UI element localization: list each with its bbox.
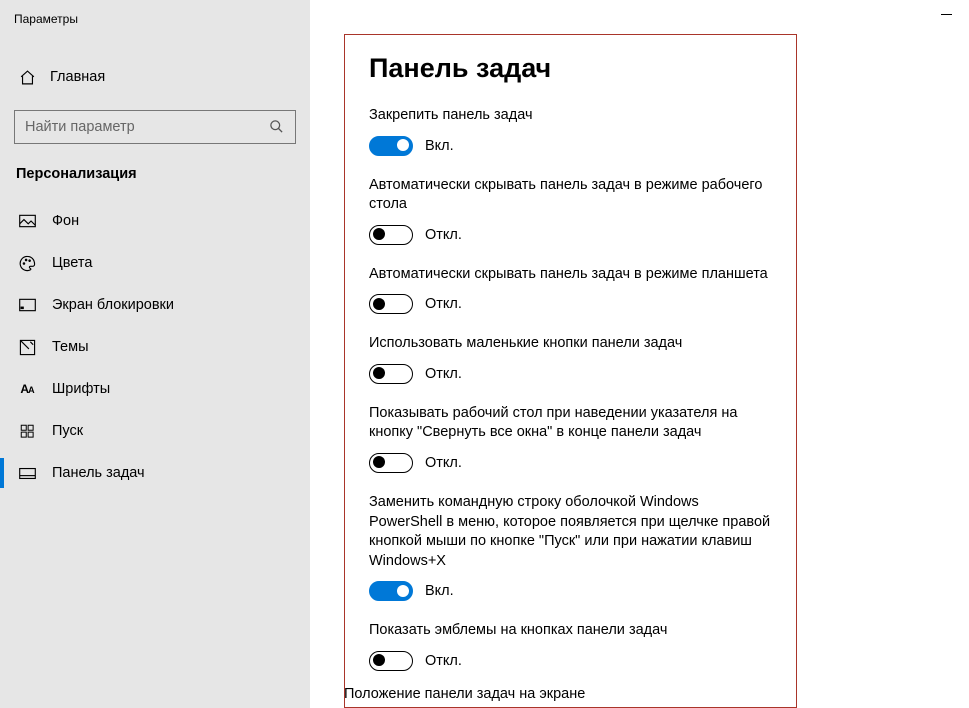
taskbar-icon (18, 464, 36, 482)
home-link[interactable]: Главная (0, 58, 310, 96)
sidebar-item-lockscreen[interactable]: Экран блокировки (0, 284, 310, 326)
toggle-row: Откл. (369, 453, 772, 473)
setting-row: Закрепить панель задач Вкл. (369, 106, 772, 156)
sidebar-item-background[interactable]: Фон (0, 200, 310, 242)
sidebar-item-label: Фон (52, 213, 79, 229)
toggle-state-label: Откл. (425, 455, 462, 471)
setting-row: Показывать рабочий стол при наведении ук… (369, 404, 772, 473)
setting-label: Закрепить панель задач (369, 106, 772, 126)
toggle-switch[interactable] (369, 651, 413, 671)
setting-row: Автоматически скрывать панель задач в ре… (369, 265, 772, 315)
window-minimize-button[interactable] (923, 0, 969, 28)
section-header: Персонализация (0, 162, 310, 200)
search-box[interactable] (14, 110, 296, 144)
toggle-knob (373, 456, 385, 468)
setting-label: Использовать маленькие кнопки панели зад… (369, 334, 772, 354)
search-input[interactable] (25, 119, 269, 135)
main-wrap: Панель задач Закрепить панель задач Вкл. А… (310, 0, 969, 708)
fonts-icon: AA (18, 380, 36, 398)
home-icon (18, 68, 36, 86)
toggle-row: Откл. (369, 294, 772, 314)
sidebar-item-label: Пуск (52, 423, 83, 439)
taskbar-position-label: Положение панели задач на экране (344, 686, 585, 702)
sidebar-item-label: Панель задач (52, 465, 145, 481)
minimize-icon (941, 14, 952, 15)
sidebar-item-fonts[interactable]: AA Шрифты (0, 368, 310, 410)
setting-row: Показать эмблемы на кнопках панели задач… (369, 621, 772, 671)
start-icon (18, 422, 36, 440)
setting-label: Заменить командную строку оболочкой Wind… (369, 493, 772, 571)
page-title: Панель задач (369, 53, 772, 84)
setting-label: Автоматически скрывать панель задач в ре… (369, 176, 772, 215)
toggle-knob (397, 585, 409, 597)
lockscreen-icon (18, 296, 36, 314)
sidebar: Параметры Главная Персонализация Фон (0, 0, 310, 708)
toggle-row: Откл. (369, 651, 772, 671)
toggle-knob (373, 228, 385, 240)
sidebar-item-themes[interactable]: Темы (0, 326, 310, 368)
toggle-row: Вкл. (369, 581, 772, 601)
toggle-knob (373, 654, 385, 666)
palette-icon (18, 254, 36, 272)
sidebar-item-taskbar[interactable]: Панель задач (0, 452, 310, 494)
setting-label: Показать эмблемы на кнопках панели задач (369, 621, 772, 641)
sidebar-item-label: Темы (52, 339, 89, 355)
toggle-switch[interactable] (369, 136, 413, 156)
toggle-switch[interactable] (369, 453, 413, 473)
sidebar-item-label: Экран блокировки (52, 297, 174, 313)
toggle-knob (373, 367, 385, 379)
sidebar-item-colors[interactable]: Цвета (0, 242, 310, 284)
toggle-state-label: Вкл. (425, 583, 454, 599)
toggle-row: Откл. (369, 225, 772, 245)
toggle-state-label: Откл. (425, 296, 462, 312)
toggle-switch[interactable] (369, 364, 413, 384)
search-wrap (0, 110, 310, 162)
toggle-knob (373, 298, 385, 310)
sidebar-item-start[interactable]: Пуск (0, 410, 310, 452)
toggle-row: Вкл. (369, 136, 772, 156)
main-highlight: Панель задач Закрепить панель задач Вкл. А… (344, 34, 797, 708)
setting-row: Заменить командную строку оболочкой Wind… (369, 493, 772, 601)
image-icon (18, 212, 36, 230)
setting-label: Автоматически скрывать панель задач в ре… (369, 265, 772, 285)
sidebar-item-label: Цвета (52, 255, 92, 271)
setting-label: Показывать рабочий стол при наведении ук… (369, 404, 772, 443)
home-label: Главная (50, 69, 105, 85)
toggle-state-label: Откл. (425, 366, 462, 382)
toggle-switch[interactable] (369, 294, 413, 314)
toggle-switch[interactable] (369, 581, 413, 601)
toggle-row: Откл. (369, 364, 772, 384)
setting-row: Использовать маленькие кнопки панели зад… (369, 334, 772, 384)
search-icon (269, 119, 285, 135)
toggle-state-label: Откл. (425, 653, 462, 669)
toggle-knob (397, 139, 409, 151)
toggle-state-label: Откл. (425, 227, 462, 243)
toggle-state-label: Вкл. (425, 138, 454, 154)
themes-icon (18, 338, 36, 356)
sidebar-item-label: Шрифты (52, 381, 110, 397)
toggle-switch[interactable] (369, 225, 413, 245)
window-title: Параметры (0, 8, 310, 30)
setting-row: Автоматически скрывать панель задач в ре… (369, 176, 772, 245)
